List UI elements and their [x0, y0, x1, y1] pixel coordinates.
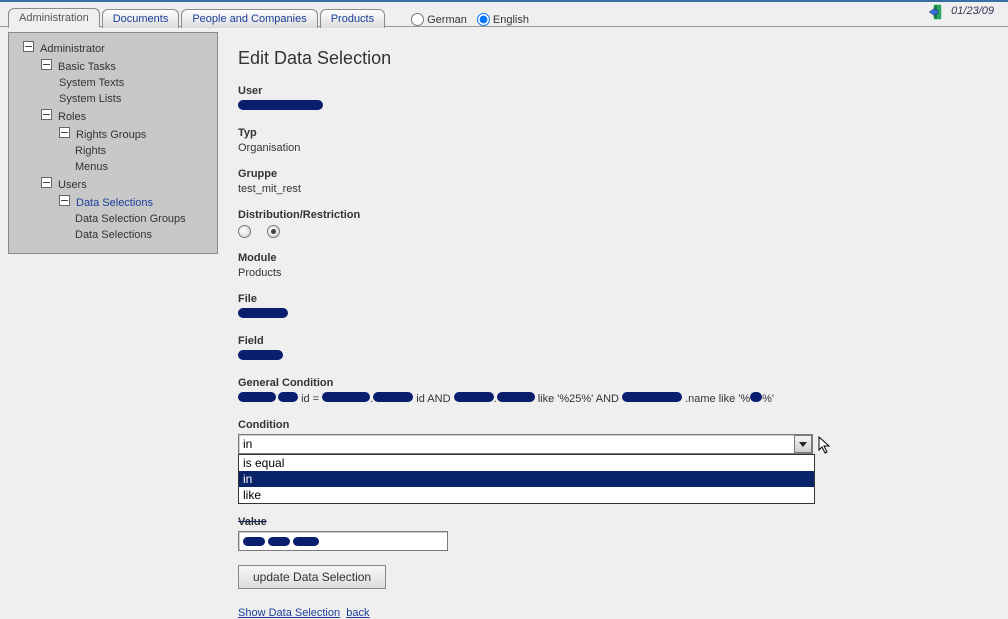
gruppe-value: test_mit_rest [238, 183, 990, 195]
tree-root[interactable]: Administrator [40, 43, 105, 55]
mouse-cursor-icon [818, 436, 834, 456]
condition-select-button[interactable] [794, 435, 812, 453]
general-condition-value: id = . id AND . like '%25%' AND .name li… [238, 392, 990, 405]
tree-data-selections-leaf[interactable]: Data Selections [75, 229, 152, 241]
tree-data-selections[interactable]: Data Selections [76, 197, 153, 209]
tree-toggle-icon[interactable] [41, 59, 52, 70]
main-content: Edit Data Selection User Typ Organisatio… [238, 48, 990, 619]
distribution-radio-2[interactable] [267, 225, 280, 238]
tree-toggle-icon[interactable] [41, 109, 52, 120]
field-typ: Typ Organisation [238, 127, 990, 154]
field-file: File [238, 293, 990, 321]
tree-rights[interactable]: Rights [75, 145, 106, 157]
condition-option-is-equal[interactable]: is equal [239, 455, 814, 471]
tree-system-lists[interactable]: System Lists [59, 93, 121, 105]
tab-products[interactable]: Products [320, 9, 385, 28]
general-condition-label: General Condition [238, 377, 990, 389]
tab-people-companies[interactable]: People and Companies [181, 9, 317, 28]
nav-tree: Administrator Basic Tasks System Texts S… [8, 32, 218, 254]
module-label: Module [238, 252, 990, 264]
tab-administration[interactable]: Administration [8, 8, 100, 28]
distribution-label: Distribution/Restriction [238, 209, 990, 221]
language-switch: German English [401, 13, 529, 26]
tree-menus[interactable]: Menus [75, 161, 108, 173]
condition-select-box[interactable]: in [238, 434, 813, 454]
field-user: User [238, 85, 990, 113]
condition-select[interactable]: in is equal in like [238, 434, 813, 454]
user-value-redacted [238, 100, 323, 110]
value-input[interactable] [238, 531, 448, 551]
header-date: 01/23/09 [951, 5, 994, 17]
tree-toggle-icon[interactable] [41, 177, 52, 188]
exit-icon[interactable] [928, 3, 946, 21]
lang-english-label: English [493, 14, 529, 26]
field-general-condition: General Condition id = . id AND . like '… [238, 377, 990, 405]
update-button[interactable]: update Data Selection [238, 565, 386, 589]
field-value: Value [238, 516, 990, 551]
condition-select-list: is equal in like [238, 454, 815, 504]
tree-system-texts[interactable]: System Texts [59, 77, 124, 89]
field-field: Field [238, 335, 990, 363]
tree-rights-groups[interactable]: Rights Groups [76, 129, 146, 141]
top-bar: Administration Documents People and Comp… [0, 0, 1008, 27]
module-value: Products [238, 267, 990, 279]
field-label: Field [238, 335, 990, 347]
page-title: Edit Data Selection [238, 48, 990, 69]
typ-value: Organisation [238, 142, 990, 154]
tree-roles[interactable]: Roles [58, 111, 86, 123]
tree-data-selection-groups[interactable]: Data Selection Groups [75, 213, 186, 225]
value-label: Value [238, 516, 990, 528]
field-distribution: Distribution/Restriction [238, 209, 990, 238]
lang-german-label: German [427, 14, 467, 26]
tree-toggle-icon[interactable] [23, 41, 34, 52]
field-value-redacted [238, 350, 283, 360]
link-show-data-selection[interactable]: Show Data Selection [238, 607, 340, 619]
condition-option-in[interactable]: in [239, 471, 814, 487]
tree-toggle-icon[interactable] [59, 127, 70, 138]
user-label: User [238, 85, 990, 97]
file-label: File [238, 293, 990, 305]
tree-toggle-icon[interactable] [59, 195, 70, 206]
tab-strip: Administration Documents People and Comp… [0, 2, 1008, 26]
distribution-radio-1[interactable] [238, 225, 251, 238]
lang-german-radio[interactable] [411, 13, 424, 26]
tree-basic-tasks[interactable]: Basic Tasks [58, 61, 116, 73]
field-gruppe: Gruppe test_mit_rest [238, 168, 990, 195]
condition-option-like[interactable]: like [239, 487, 814, 503]
bottom-links: Show Data Selection back [238, 607, 990, 619]
lang-english-radio[interactable] [477, 13, 490, 26]
typ-label: Typ [238, 127, 990, 139]
field-module: Module Products [238, 252, 990, 279]
field-condition: Condition in is equal in like [238, 419, 990, 454]
tree-users[interactable]: Users [58, 179, 87, 191]
gruppe-label: Gruppe [238, 168, 990, 180]
link-back[interactable]: back [346, 607, 369, 619]
tab-documents[interactable]: Documents [102, 9, 180, 28]
file-value-redacted [238, 308, 288, 318]
condition-label: Condition [238, 419, 990, 431]
